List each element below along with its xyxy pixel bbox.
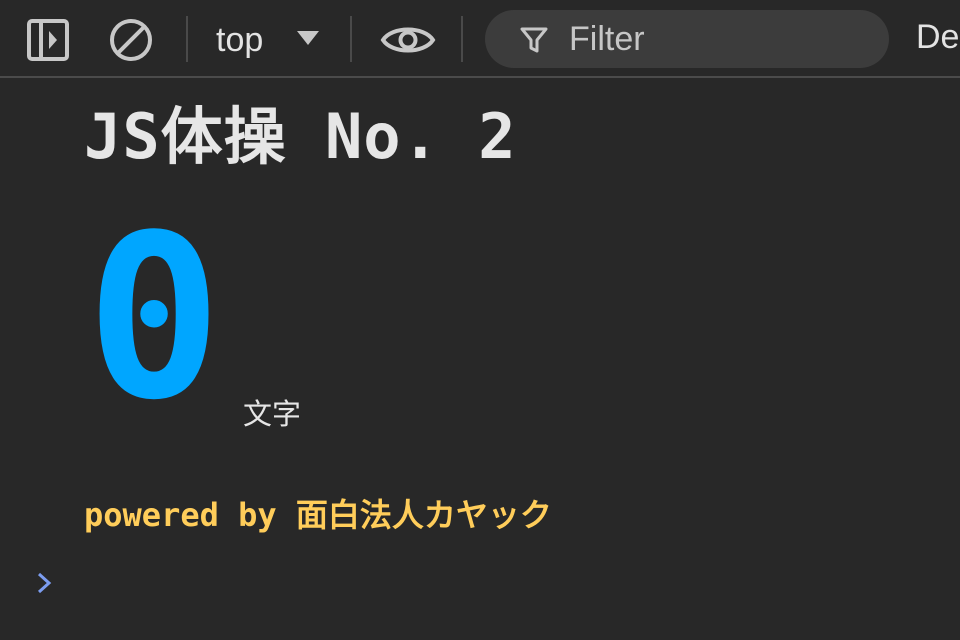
clear-console-button[interactable] [108, 17, 154, 63]
character-count: 0 [86, 187, 223, 450]
sidebar-toggle-icon [27, 19, 69, 61]
live-expression-button[interactable] [380, 17, 436, 63]
sidebar-toggle-button[interactable] [25, 17, 71, 63]
filter-input[interactable] [569, 18, 869, 60]
console-toolbar: top De [0, 0, 960, 78]
toolbar-divider [186, 16, 188, 62]
filter-field[interactable] [485, 10, 889, 68]
triangle-down-icon [297, 31, 319, 45]
eye-icon [380, 27, 436, 53]
page-title: JS体操 No. 2 [84, 100, 517, 173]
context-selector[interactable]: top [204, 14, 334, 66]
toolbar-divider [350, 16, 352, 62]
filter-funnel-icon [520, 27, 548, 53]
log-levels-dropdown[interactable]: De [916, 18, 959, 57]
toolbar-divider [461, 16, 463, 62]
chevron-right-icon[interactable] [34, 571, 56, 595]
console-output: JS体操 No. 2 0 文字 powered by 面白法人カヤック [0, 78, 960, 640]
clear-console-icon [110, 19, 152, 61]
powered-by-text: powered by 面白法人カヤック [84, 496, 552, 534]
context-label: top [216, 20, 264, 59]
count-unit: 文字 [243, 397, 302, 431]
